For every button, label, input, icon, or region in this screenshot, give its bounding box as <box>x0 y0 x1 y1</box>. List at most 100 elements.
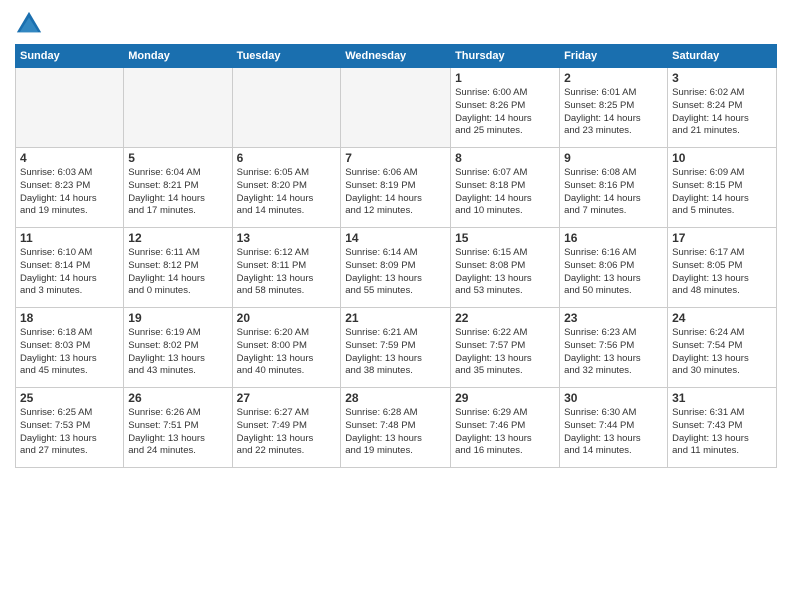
week-row-1: 1 Sunrise: 6:00 AM Sunset: 8:26 PM Daylig… <box>16 68 777 148</box>
weekday-header-row: SundayMondayTuesdayWednesdayThursdayFrid… <box>16 45 777 68</box>
calendar-cell: 15 Sunrise: 6:15 AM Sunset: 8:08 PM Dayli… <box>451 228 560 308</box>
header <box>15 10 777 38</box>
cell-info: Sunrise: 6:30 AM Sunset: 7:44 PM Dayligh… <box>564 407 663 458</box>
weekday-sunday: Sunday <box>16 45 124 68</box>
calendar-cell: 8 Sunrise: 6:07 AM Sunset: 8:18 PM Daylig… <box>451 148 560 228</box>
weekday-friday: Friday <box>560 45 668 68</box>
date-number: 29 <box>455 391 555 405</box>
calendar-cell: 11Sunrise: 6:10 AM Sunset: 8:14 PM Dayli… <box>16 228 124 308</box>
weekday-thursday: Thursday <box>451 45 560 68</box>
calendar-cell: 31 Sunrise: 6:31 AM Sunset: 7:43 PM Dayli… <box>668 388 777 468</box>
date-number: 10 <box>672 151 772 165</box>
cell-info: Sunrise: 6:27 AM Sunset: 7:49 PM Dayligh… <box>237 407 337 458</box>
calendar-cell: 26Sunrise: 6:26 AM Sunset: 7:51 PM Dayli… <box>124 388 232 468</box>
cell-info: Sunrise: 6:07 AM Sunset: 8:18 PM Dayligh… <box>455 167 555 218</box>
calendar-cell: 13 Sunrise: 6:12 AM Sunset: 8:11 PM Dayli… <box>232 228 341 308</box>
cell-info: Sunrise: 6:31 AM Sunset: 7:43 PM Dayligh… <box>672 407 772 458</box>
calendar-cell <box>341 68 451 148</box>
date-number: 7 <box>345 151 446 165</box>
cell-info: Sunrise: 6:06 AM Sunset: 8:19 PM Dayligh… <box>345 167 446 218</box>
calendar-cell: 27 Sunrise: 6:27 AM Sunset: 7:49 PM Dayli… <box>232 388 341 468</box>
calendar-cell <box>124 68 232 148</box>
date-number: 22 <box>455 311 555 325</box>
calendar-cell: 10 Sunrise: 6:09 AM Sunset: 8:15 PM Dayli… <box>668 148 777 228</box>
date-number: 3 <box>672 71 772 85</box>
cell-info: Sunrise: 6:16 AM Sunset: 8:06 PM Dayligh… <box>564 247 663 298</box>
date-number: 4 <box>20 151 119 165</box>
date-number: 16 <box>564 231 663 245</box>
calendar-cell: 1 Sunrise: 6:00 AM Sunset: 8:26 PM Daylig… <box>451 68 560 148</box>
date-number: 9 <box>564 151 663 165</box>
cell-info: Sunrise: 6:11 AM Sunset: 8:12 PM Dayligh… <box>128 247 227 298</box>
weekday-saturday: Saturday <box>668 45 777 68</box>
calendar-cell: 4Sunrise: 6:03 AM Sunset: 8:23 PM Daylig… <box>16 148 124 228</box>
calendar-cell: 19 Sunrise: 6:19 AM Sunset: 8:02 PM Dayli… <box>124 308 232 388</box>
calendar-table: SundayMondayTuesdayWednesdayThursdayFrid… <box>15 44 777 468</box>
cell-info: Sunrise: 6:28 AM Sunset: 7:48 PM Dayligh… <box>345 407 446 458</box>
date-number: 26 <box>128 391 227 405</box>
cell-info: Sunrise: 6:01 AM Sunset: 8:25 PM Dayligh… <box>564 87 663 138</box>
weekday-wednesday: Wednesday <box>341 45 451 68</box>
cell-info: Sunrise: 6:15 AM Sunset: 8:08 PM Dayligh… <box>455 247 555 298</box>
date-number: 18 <box>20 311 119 325</box>
calendar-cell: 29 Sunrise: 6:29 AM Sunset: 7:46 PM Dayli… <box>451 388 560 468</box>
date-number: 24 <box>672 311 772 325</box>
cell-info: Sunrise: 6:12 AM Sunset: 8:11 PM Dayligh… <box>237 247 337 298</box>
date-number: 6 <box>237 151 337 165</box>
cell-info: Sunrise: 6:25 AM Sunset: 7:53 PM Dayligh… <box>20 407 119 458</box>
calendar-cell: 14 Sunrise: 6:14 AM Sunset: 8:09 PM Dayli… <box>341 228 451 308</box>
date-number: 25 <box>20 391 119 405</box>
date-number: 19 <box>128 311 227 325</box>
cell-info: Sunrise: 6:20 AM Sunset: 8:00 PM Dayligh… <box>237 327 337 378</box>
cell-info: Sunrise: 6:23 AM Sunset: 7:56 PM Dayligh… <box>564 327 663 378</box>
date-number: 1 <box>455 71 555 85</box>
calendar-cell: 28 Sunrise: 6:28 AM Sunset: 7:48 PM Dayli… <box>341 388 451 468</box>
date-number: 8 <box>455 151 555 165</box>
date-number: 21 <box>345 311 446 325</box>
date-number: 23 <box>564 311 663 325</box>
cell-info: Sunrise: 6:29 AM Sunset: 7:46 PM Dayligh… <box>455 407 555 458</box>
calendar-cell <box>16 68 124 148</box>
cell-info: Sunrise: 6:21 AM Sunset: 7:59 PM Dayligh… <box>345 327 446 378</box>
cell-info: Sunrise: 6:09 AM Sunset: 8:15 PM Dayligh… <box>672 167 772 218</box>
date-number: 31 <box>672 391 772 405</box>
cell-info: Sunrise: 6:19 AM Sunset: 8:02 PM Dayligh… <box>128 327 227 378</box>
calendar-cell: 3Sunrise: 6:02 AM Sunset: 8:24 PM Daylig… <box>668 68 777 148</box>
date-number: 28 <box>345 391 446 405</box>
date-number: 11 <box>20 231 119 245</box>
week-row-2: 4Sunrise: 6:03 AM Sunset: 8:23 PM Daylig… <box>16 148 777 228</box>
date-number: 27 <box>237 391 337 405</box>
week-row-5: 25 Sunrise: 6:25 AM Sunset: 7:53 PM Dayli… <box>16 388 777 468</box>
date-number: 12 <box>128 231 227 245</box>
cell-info: Sunrise: 6:17 AM Sunset: 8:05 PM Dayligh… <box>672 247 772 298</box>
calendar-cell: 6Sunrise: 6:05 AM Sunset: 8:20 PM Daylig… <box>232 148 341 228</box>
page-container: SundayMondayTuesdayWednesdayThursdayFrid… <box>0 0 792 473</box>
cell-info: Sunrise: 6:00 AM Sunset: 8:26 PM Dayligh… <box>455 87 555 138</box>
date-number: 30 <box>564 391 663 405</box>
date-number: 2 <box>564 71 663 85</box>
calendar-cell: 25 Sunrise: 6:25 AM Sunset: 7:53 PM Dayli… <box>16 388 124 468</box>
weekday-tuesday: Tuesday <box>232 45 341 68</box>
cell-info: Sunrise: 6:04 AM Sunset: 8:21 PM Dayligh… <box>128 167 227 218</box>
date-number: 20 <box>237 311 337 325</box>
cell-info: Sunrise: 6:08 AM Sunset: 8:16 PM Dayligh… <box>564 167 663 218</box>
cell-info: Sunrise: 6:18 AM Sunset: 8:03 PM Dayligh… <box>20 327 119 378</box>
date-number: 14 <box>345 231 446 245</box>
calendar-cell: 30 Sunrise: 6:30 AM Sunset: 7:44 PM Dayli… <box>560 388 668 468</box>
calendar-cell: 5Sunrise: 6:04 AM Sunset: 8:21 PM Daylig… <box>124 148 232 228</box>
calendar-cell: 23 Sunrise: 6:23 AM Sunset: 7:56 PM Dayli… <box>560 308 668 388</box>
date-number: 13 <box>237 231 337 245</box>
calendar-cell: 20 Sunrise: 6:20 AM Sunset: 8:00 PM Dayli… <box>232 308 341 388</box>
week-row-4: 18 Sunrise: 6:18 AM Sunset: 8:03 PM Dayli… <box>16 308 777 388</box>
cell-info: Sunrise: 6:22 AM Sunset: 7:57 PM Dayligh… <box>455 327 555 378</box>
cell-info: Sunrise: 6:24 AM Sunset: 7:54 PM Dayligh… <box>672 327 772 378</box>
date-number: 15 <box>455 231 555 245</box>
calendar-cell <box>232 68 341 148</box>
calendar-cell: 18 Sunrise: 6:18 AM Sunset: 8:03 PM Dayli… <box>16 308 124 388</box>
calendar-cell: 17Sunrise: 6:17 AM Sunset: 8:05 PM Dayli… <box>668 228 777 308</box>
cell-info: Sunrise: 6:14 AM Sunset: 8:09 PM Dayligh… <box>345 247 446 298</box>
weekday-monday: Monday <box>124 45 232 68</box>
calendar-cell: 22 Sunrise: 6:22 AM Sunset: 7:57 PM Dayli… <box>451 308 560 388</box>
logo-icon <box>15 10 43 38</box>
calendar-cell: 2 Sunrise: 6:01 AM Sunset: 8:25 PM Daylig… <box>560 68 668 148</box>
